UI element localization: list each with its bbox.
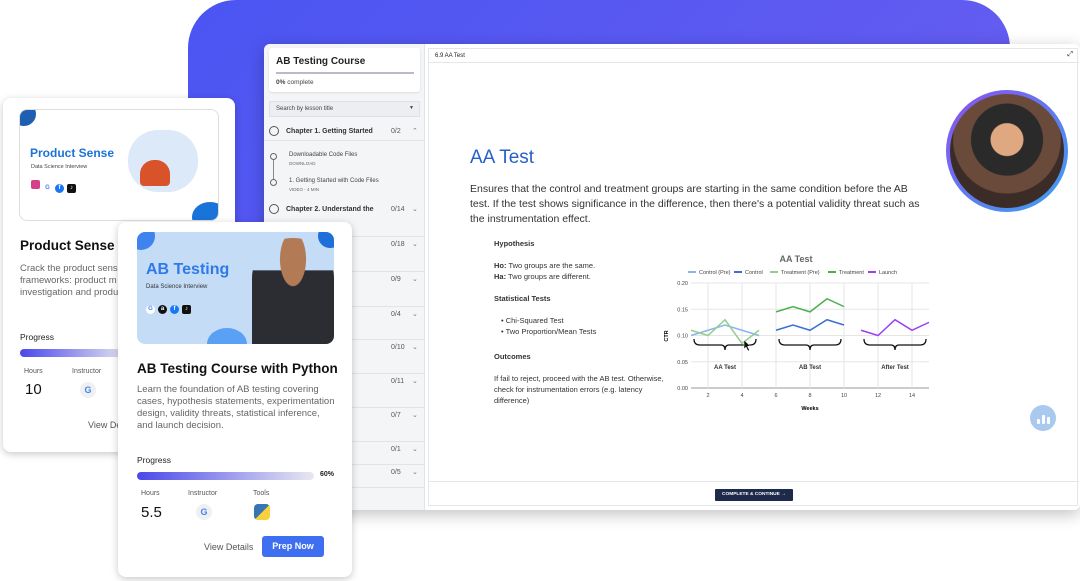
google-icon: G: [196, 504, 212, 520]
bar-chart-icon[interactable]: [1030, 405, 1056, 431]
x-axis-label: Weeks: [801, 406, 818, 412]
card-title: Product Sense C: [20, 238, 129, 253]
tiktok-icon: ♪: [67, 184, 76, 193]
y-tick-label: 0.05: [677, 360, 688, 366]
x-tick-label: 12: [875, 393, 881, 399]
progress-label: Progress: [20, 332, 55, 342]
facebook-icon: f: [170, 305, 179, 314]
x-tick-label: 6: [774, 393, 777, 399]
instagram-icon: [31, 180, 40, 189]
banner-title: AB Testing: [146, 261, 230, 278]
tiktok-icon: ♪: [182, 305, 191, 314]
legend-label: Treatment (Pre): [781, 270, 820, 276]
amazon-icon: a: [158, 305, 167, 314]
banner-subtitle: Data Science Interview: [31, 164, 88, 170]
illustration: [128, 130, 198, 192]
legend-label: Control (Pre): [699, 270, 731, 276]
hours-value: 10: [25, 381, 42, 398]
progress-bar: [20, 349, 130, 357]
annotation-label: After Test: [881, 365, 909, 371]
hours-value: 5.5: [141, 504, 162, 521]
legend-label: Control: [745, 270, 763, 276]
instructor-photo: [252, 238, 334, 344]
x-tick-label: 4: [740, 393, 743, 399]
card-title: AB Testing Course with Python: [137, 361, 338, 376]
ab-testing-banner: AB Testing Data Science Interview Ga f ♪: [137, 232, 334, 344]
google-icon: G: [146, 305, 155, 314]
tools-label: Tools: [253, 490, 270, 497]
series-line-treatment-pre-: [690, 318, 760, 345]
card-description: Crack the product sense frameworks: prod…: [20, 263, 123, 298]
progress-label: Progress: [137, 455, 172, 465]
ab-testing-card: AB Testing Data Science Interview Ga f ♪ A…: [118, 222, 352, 577]
hours-label: Hours: [24, 368, 43, 375]
x-tick-label: 2: [706, 393, 709, 399]
product-sense-banner: Product Sense Data Science Interview Gf ♪: [19, 109, 219, 221]
series-line-launch: [860, 318, 930, 337]
card-description: Learn the foundation of AB testing cover…: [137, 384, 335, 431]
python-icon: [254, 504, 270, 520]
y-tick-label: 0.00: [677, 386, 688, 392]
hours-label: Hours: [141, 490, 160, 497]
facebook-icon: f: [55, 184, 64, 193]
banner-title: Product Sense: [30, 146, 115, 160]
y-axis-label: CTR: [664, 330, 670, 341]
prep-now-button[interactable]: Prep Now: [262, 536, 324, 557]
annotation-label: AA Test: [714, 365, 736, 371]
instructor-label: Instructor: [72, 368, 102, 375]
banner-subtitle: Data Science Interview: [146, 284, 208, 290]
x-tick-label: 8: [808, 393, 811, 399]
x-tick-label: 10: [841, 393, 847, 399]
y-tick-label: 0.15: [677, 307, 688, 313]
chart-title: AA Test: [779, 254, 812, 264]
y-tick-label: 0.10: [677, 334, 688, 340]
progress-bar: [137, 472, 314, 480]
legend-label: Treatment: [839, 270, 864, 276]
view-details-link[interactable]: View Details: [204, 542, 253, 552]
progress-value: 60%: [320, 471, 335, 478]
annotation-label: AB Test: [799, 365, 821, 371]
mouse-cursor-icon: [743, 339, 752, 352]
google-icon: G: [43, 184, 52, 193]
curly-brace: [863, 338, 927, 351]
x-tick-label: 14: [909, 393, 915, 399]
instructor-video-avatar[interactable]: [946, 90, 1068, 212]
google-icon: G: [80, 382, 96, 398]
y-tick-label: 0.20: [677, 281, 688, 287]
instructor-label: Instructor: [188, 490, 218, 497]
legend-label: Launch: [879, 270, 897, 276]
